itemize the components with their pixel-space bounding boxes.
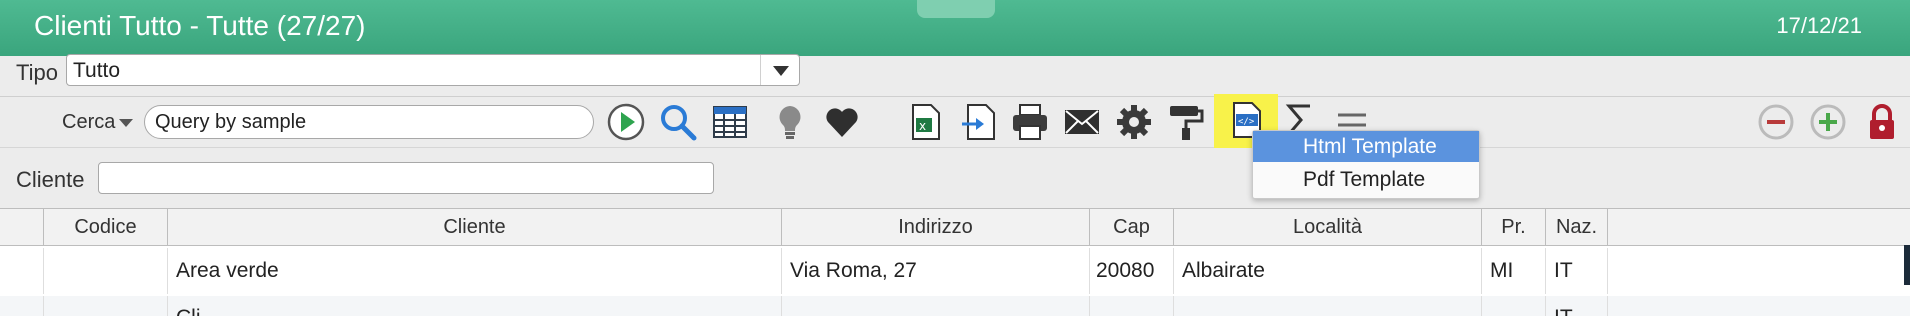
title-bar: Clienti Tutto - Tutte (27/27) 17/12/21 (0, 0, 1910, 56)
cliente-input[interactable] (98, 162, 714, 194)
column-header-codice[interactable]: Codice (44, 209, 168, 245)
lock-icon[interactable] (1862, 102, 1902, 142)
table-icon[interactable] (710, 102, 750, 142)
menu-item-html-template[interactable]: Html Template (1253, 131, 1479, 162)
cliente-label: Cliente (16, 167, 85, 192)
cerca-dropdown[interactable]: Cerca (62, 111, 134, 134)
svg-text:x: x (919, 119, 926, 133)
window-date: 17/12/21 (1776, 13, 1862, 38)
column-header-indirizzo[interactable]: Indirizzo (782, 209, 1090, 245)
mail-icon[interactable] (1062, 102, 1102, 142)
cerca-label: Cerca (62, 111, 116, 133)
caret-down-icon (119, 118, 134, 127)
play-icon[interactable] (606, 102, 646, 142)
import-icon[interactable] (958, 102, 998, 142)
table-cell (1090, 296, 1174, 316)
print-icon[interactable] (1010, 102, 1050, 142)
column-header-localita[interactable]: Località (1174, 209, 1482, 245)
table-cell: MI (1482, 248, 1546, 294)
menu-item-pdf-template[interactable]: Pdf Template (1253, 164, 1479, 195)
table-cell (782, 296, 1090, 316)
window-grip[interactable] (917, 0, 995, 18)
table-cell: Via Roma, 27 (782, 248, 1090, 294)
heart-icon[interactable] (822, 102, 862, 142)
table-cell: IT (1546, 248, 1608, 294)
column-header-select[interactable] (0, 209, 44, 245)
tipo-label: Tipo (16, 60, 58, 85)
column-header-naz[interactable]: Naz. (1546, 209, 1608, 245)
tipo-select[interactable]: Tutto (66, 54, 800, 86)
toolbar: Cerca Query by sample x (0, 97, 1910, 148)
table-row[interactable]: Cli... IT (0, 296, 1910, 316)
table-cell (44, 248, 168, 294)
table-cell: Cli... (168, 296, 782, 316)
table-cell (0, 248, 44, 294)
remove-icon[interactable] (1756, 102, 1796, 142)
lightbulb-icon[interactable] (770, 102, 810, 142)
column-header-cliente[interactable]: Cliente (168, 209, 782, 245)
search-icon[interactable] (658, 102, 698, 142)
table-cell (1482, 296, 1546, 316)
tipo-select-value: Tutto (73, 59, 121, 82)
table-cell (44, 296, 168, 316)
clients-table: Codice Cliente Indirizzo Cap Località Pr… (0, 208, 1910, 316)
window-edge (1904, 245, 1910, 285)
table-cell: IT (1546, 296, 1608, 316)
table-cell: Albairate (1174, 248, 1482, 294)
paint-roller-icon[interactable] (1166, 102, 1206, 142)
svg-text:</>: </> (1238, 117, 1255, 127)
column-header-cap[interactable]: Cap (1090, 209, 1174, 245)
add-icon[interactable] (1808, 102, 1848, 142)
table-cell: 20080 (1090, 248, 1174, 294)
table-cell (0, 296, 44, 316)
table-cell (1174, 296, 1482, 316)
template-menu: Html Template Pdf Template (1252, 130, 1480, 199)
gear-icon[interactable] (1114, 102, 1154, 142)
window-title: Clienti Tutto - Tutte (27/27) (34, 10, 366, 41)
table-header: Codice Cliente Indirizzo Cap Località Pr… (0, 208, 1910, 246)
chevron-down-icon[interactable] (760, 55, 799, 85)
table-row[interactable]: Area verde Via Roma, 27 20080 Albairate … (0, 248, 1910, 294)
query-input[interactable]: Query by sample (144, 105, 594, 139)
column-header-pr[interactable]: Pr. (1482, 209, 1546, 245)
table-cell: Area verde (168, 248, 782, 294)
excel-icon[interactable]: x (905, 102, 945, 142)
